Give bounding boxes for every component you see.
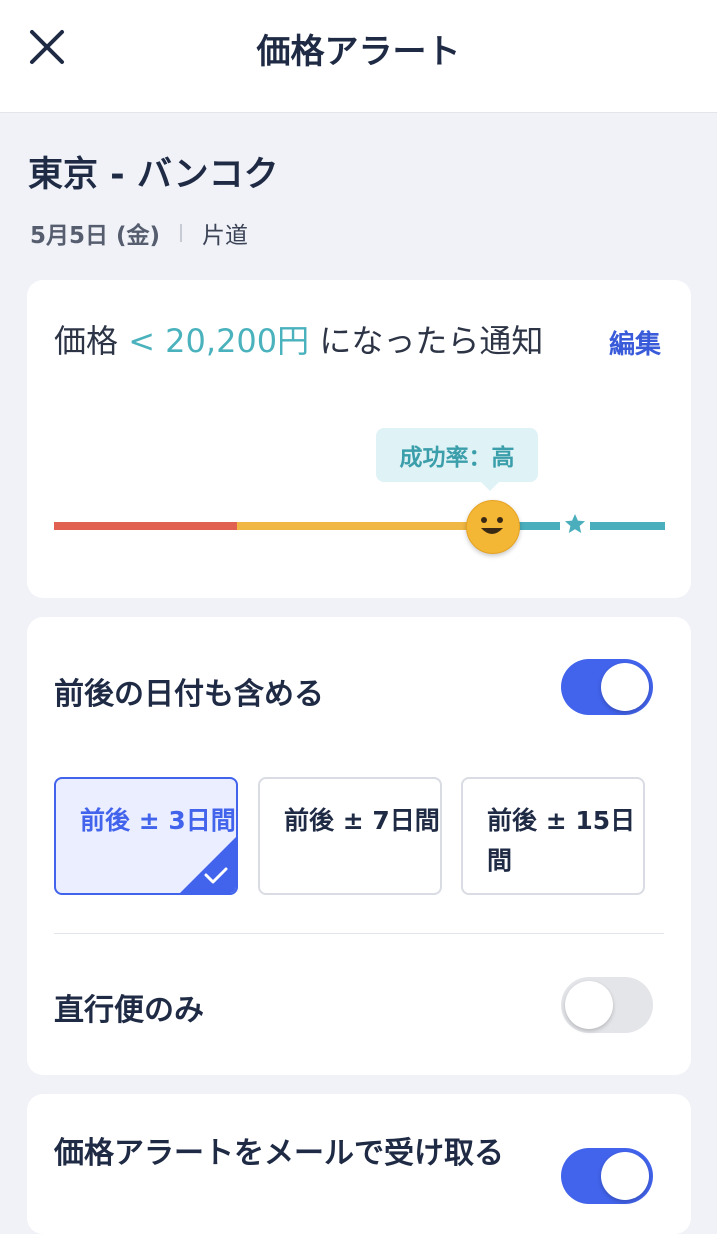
success-rate-tooltip: 成功率：高 [376,428,538,491]
separator [180,224,183,242]
alert-suffix: になったら通知 [319,322,544,360]
trip-info: 5月5日 (金) 片道 [30,216,248,250]
toggle-thumb [601,663,649,711]
option-label: 前後 ± 3日間 [80,806,236,835]
email-alert-label: 価格アラートをメールで受け取る [54,1136,504,1171]
check-icon [180,837,236,893]
price-range-mid-segment [237,522,491,530]
direct-only-label: 直行便のみ [54,993,204,1028]
alert-condition: 価格 < 20,200円 になったら通知 [54,318,574,364]
option-label: 前後 ± 7日間 [284,806,440,835]
email-alert-card: 価格アラートをメールで受け取る [27,1094,691,1234]
smile-icon [481,517,503,534]
divider [54,933,664,934]
flex-option-7-days[interactable]: 前後 ± 7日間 [258,777,442,895]
price-range-low-segment [54,522,237,530]
flex-dates-label: 前後の日付も含める [54,677,324,712]
direct-only-toggle[interactable] [561,977,653,1033]
trip-type: 片道 [202,223,249,249]
page-title: 価格アラート [256,32,461,72]
price-alert-card: 価格 < 20,200円 になったら通知 編集 成功率：高 [27,280,691,598]
trip-date: 5月5日 (金) [30,223,161,249]
flex-option-15-days[interactable]: 前後 ± 15日間 [461,777,645,895]
alert-prefix: 価格 [54,322,119,360]
star-icon [565,514,585,533]
toggle-thumb [601,1152,649,1200]
route-title: 東京 - バンコク [28,155,279,195]
price-range-high-segment-end [590,522,665,530]
target-price: < 20,200円 [128,322,310,360]
option-label: 前後 ± 15日間 [487,806,636,875]
price-slider-handle[interactable] [466,500,520,554]
edit-button[interactable]: 編集 [609,324,661,361]
flex-option-3-days[interactable]: 前後 ± 3日間 [54,777,238,895]
options-card: 前後の日付も含める 前後 ± 3日間 前後 ± 7日間 前後 ± 15日間 直行… [27,617,691,1075]
header-bar: 価格アラート [0,0,717,113]
email-alert-toggle[interactable] [561,1148,653,1204]
flex-dates-toggle[interactable] [561,659,653,715]
toggle-thumb [565,981,613,1029]
